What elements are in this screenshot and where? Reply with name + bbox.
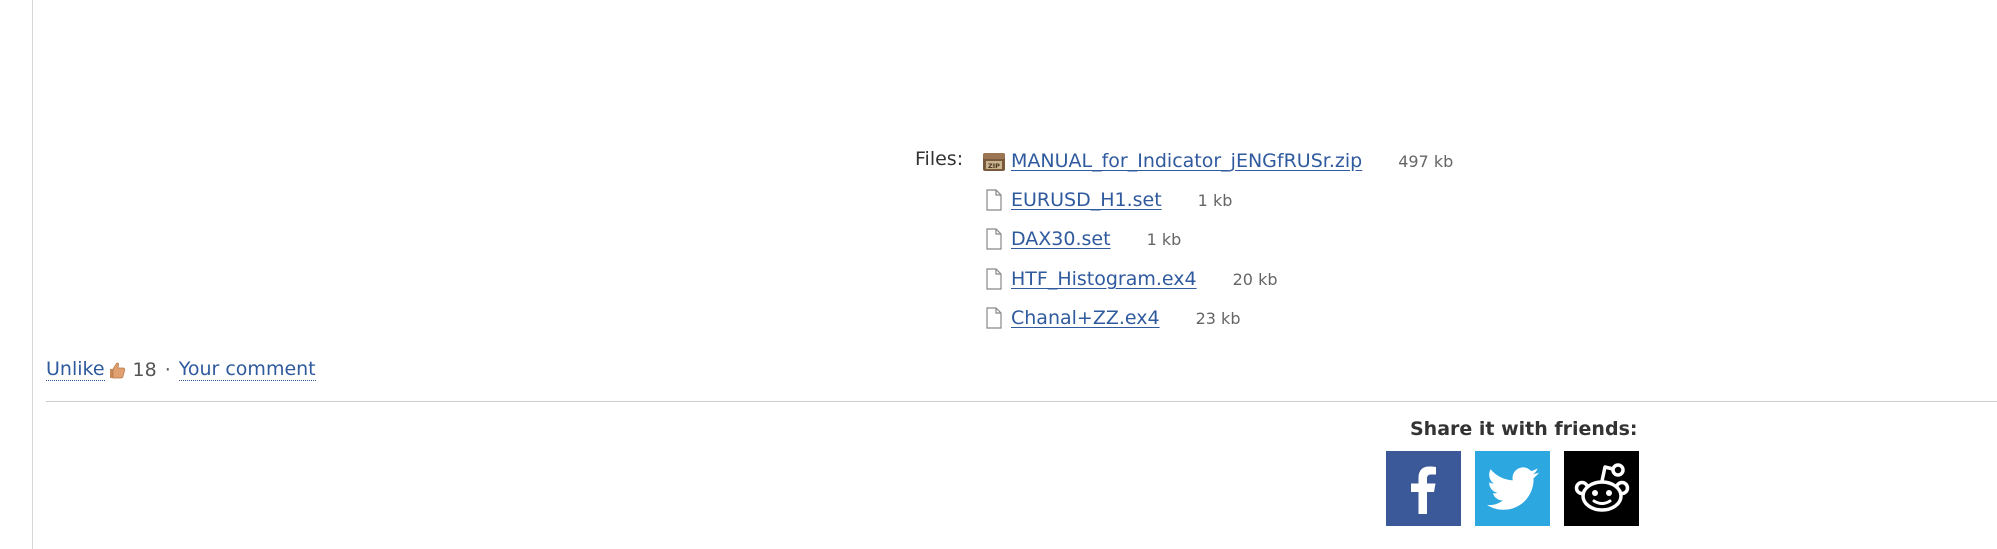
file-link[interactable]: DAX30.set: [1011, 228, 1111, 250]
file-item: DAX30.set 1 kb: [981, 224, 1181, 254]
file-link[interactable]: HTF_Histogram.ex4: [1011, 268, 1197, 290]
file-icon: [981, 306, 1007, 330]
svg-text:ZIP: ZIP: [988, 162, 1000, 170]
share-title: Share it with friends:: [1410, 418, 1638, 440]
facebook-share-button[interactable]: [1386, 451, 1461, 526]
files-label: Files:: [915, 148, 964, 170]
file-icon: [981, 227, 1007, 251]
content-left-border: [32, 0, 33, 549]
file-item: HTF_Histogram.ex4 20 kb: [981, 264, 1278, 294]
file-item: Chanal+ZZ.ex4 23 kb: [981, 303, 1240, 333]
zip-archive-icon: ZIP: [981, 149, 1007, 173]
file-item: ZIP MANUAL_for_Indicator_jENGfRUSr.zip 4…: [981, 146, 1453, 176]
like-count: 18: [132, 358, 157, 381]
file-link[interactable]: MANUAL_for_Indicator_jENGfRUSr.zip: [1011, 150, 1362, 172]
twitter-icon: [1486, 466, 1539, 510]
file-size: 20 kb: [1232, 269, 1278, 289]
file-link[interactable]: Chanal+ZZ.ex4: [1011, 307, 1160, 329]
thumbs-up-icon: [107, 360, 127, 380]
unlike-link[interactable]: Unlike: [46, 358, 105, 381]
separator: ·: [164, 358, 171, 381]
reddit-icon: [1574, 462, 1629, 512]
your-comment-link[interactable]: Your comment: [178, 358, 316, 381]
file-size: 23 kb: [1195, 308, 1241, 328]
file-icon: [981, 188, 1007, 212]
file-size: 1 kb: [1146, 229, 1182, 249]
reddit-share-button[interactable]: [1564, 451, 1639, 526]
file-link[interactable]: EURUSD_H1.set: [1011, 189, 1162, 211]
post-actions: Unlike 18 · Your comment: [46, 358, 316, 381]
divider: [46, 401, 1997, 402]
twitter-share-button[interactable]: [1475, 451, 1550, 526]
file-size: 1 kb: [1197, 190, 1233, 210]
file-icon: [981, 267, 1007, 291]
file-item: EURUSD_H1.set 1 kb: [981, 185, 1232, 215]
file-size: 497 kb: [1398, 151, 1454, 171]
facebook-icon: [1410, 466, 1436, 514]
